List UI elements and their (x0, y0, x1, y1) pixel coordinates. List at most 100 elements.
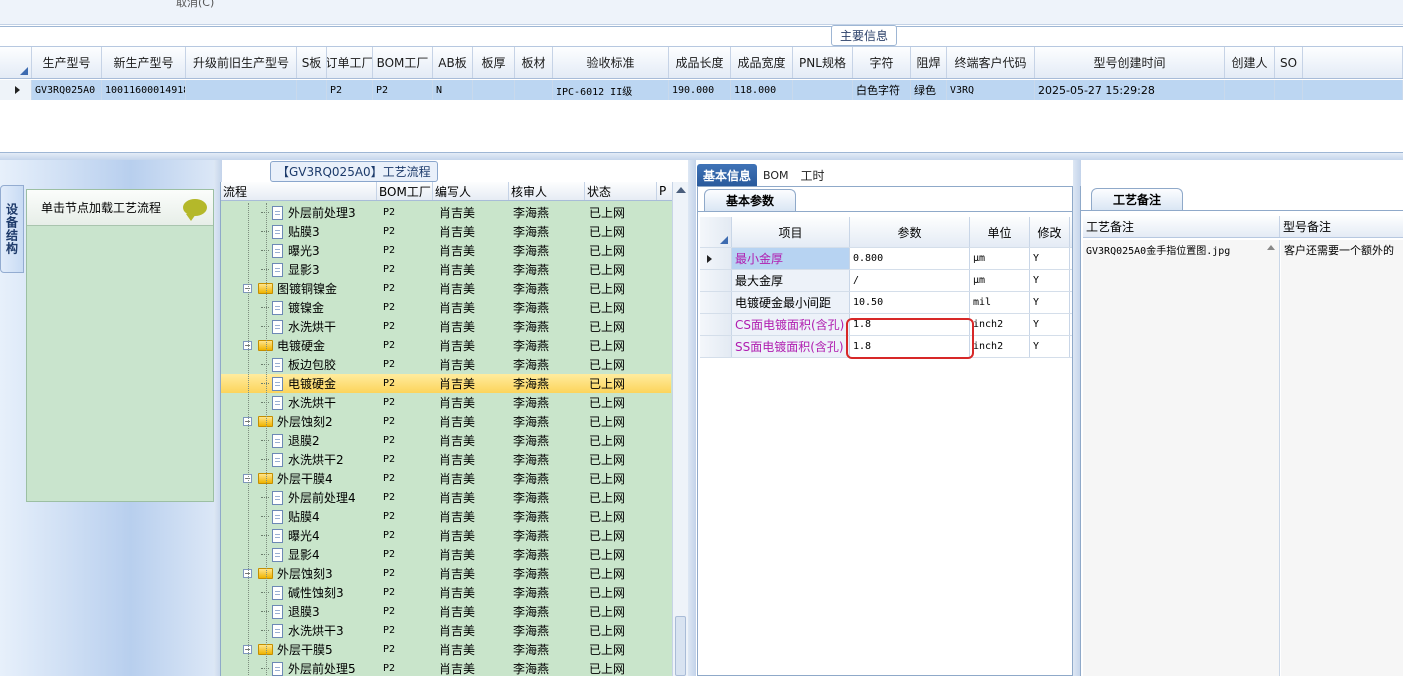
col-header-11[interactable]: 成品宽度 (731, 47, 793, 78)
tree-node[interactable]: − 外层蚀刻2 (243, 412, 333, 431)
process-note-cell[interactable]: GV3RQ025A0金手指位置图.jpg (1083, 240, 1280, 676)
tree-node[interactable]: 退膜3 (261, 602, 320, 621)
param-cell-value[interactable]: 10.50 (850, 292, 970, 313)
tree-row[interactable]: − 外层蚀刻3 P2 肖吉美 李海燕 已上网 (221, 564, 671, 583)
col-unit[interactable]: 单位 (970, 217, 1030, 247)
cell-12[interactable] (793, 80, 853, 100)
cell-16[interactable]: 2025-05-27 15:29:28 (1035, 80, 1225, 100)
cell-7[interactable] (473, 80, 515, 100)
tree-row[interactable]: 水洗烘干3 P2 肖吉美 李海燕 已上网 (221, 621, 671, 640)
cell-9[interactable]: IPC-6012 II级 (553, 80, 669, 100)
speech-bubble-icon[interactable] (183, 199, 207, 221)
row-selector[interactable] (700, 314, 732, 335)
tab-basic-info[interactable]: 基本信息 (697, 164, 758, 186)
tree-row[interactable]: 电镀硬金 P2 肖吉美 李海燕 已上网 (221, 374, 671, 393)
param-cell-unit[interactable]: μm (970, 248, 1030, 269)
row-selector[interactable] (700, 248, 732, 269)
param-cell-item[interactable]: 最小金厚 (732, 248, 850, 269)
col-header-18[interactable]: SO (1275, 47, 1303, 78)
tree-col-3[interactable]: 核审人 (509, 182, 585, 200)
param-cell-modify[interactable]: Y (1030, 336, 1070, 357)
tree-row[interactable]: 贴膜4 P2 肖吉美 李海燕 已上网 (221, 507, 671, 526)
row-selector[interactable] (700, 336, 732, 357)
tree-node[interactable]: 贴膜4 (261, 507, 320, 526)
tree-row[interactable]: − 外层干膜4 P2 肖吉美 李海燕 已上网 (221, 469, 671, 488)
tree-row[interactable]: − 外层干膜5 P2 肖吉美 李海燕 已上网 (221, 640, 671, 659)
cell-5[interactable]: P2 (373, 80, 433, 100)
param-cell-unit[interactable]: mil (970, 292, 1030, 313)
tree-row[interactable]: 碱性蚀刻3 P2 肖吉美 李海燕 已上网 (221, 583, 671, 602)
cell-15[interactable]: V3RQ (947, 80, 1035, 100)
col-header-6[interactable]: AB板 (433, 47, 473, 78)
tree-node[interactable]: 曝光3 (261, 241, 320, 260)
cell-11[interactable]: 118.000 (731, 80, 793, 100)
tree-row[interactable]: − 电镀硬金 P2 肖吉美 李海燕 已上网 (221, 336, 671, 355)
basic-params-tab[interactable]: 基本参数 (704, 189, 796, 211)
col-header-0[interactable]: 生产型号 (32, 47, 102, 78)
middle-vertical-splitter[interactable] (688, 160, 696, 676)
tree-col-4[interactable]: 状态 (585, 182, 657, 200)
tree-node[interactable]: 外层前处理5 (261, 659, 356, 676)
tree-node[interactable]: 水洗烘干2 (261, 450, 344, 469)
tab-bom[interactable]: BOM (757, 164, 795, 186)
tree-row[interactable]: 外层前处理4 P2 肖吉美 李海燕 已上网 (221, 488, 671, 507)
cell-4[interactable]: P2 (327, 80, 373, 100)
model-note-cell[interactable]: 客户还需要一个额外的 (1281, 240, 1403, 676)
cell-3[interactable] (297, 80, 327, 100)
process-tree-scrollbar[interactable] (672, 182, 688, 676)
param-row[interactable]: 最小金厚 0.800 μm Y (700, 248, 1072, 270)
tree-node[interactable]: 退膜2 (261, 431, 320, 450)
col-header-13[interactable]: 字符 (853, 47, 911, 78)
col-header-1[interactable]: 新生产型号 (102, 47, 186, 78)
main-info-row[interactable]: GV3RQ025A0 10011600014918 P2 P2 N IPC-6012 II… (0, 80, 1403, 100)
param-row[interactable]: 电镀硬金最小间距 10.50 mil Y (700, 292, 1072, 314)
cell-8[interactable] (515, 80, 553, 100)
tree-node[interactable]: 碱性蚀刻3 (261, 583, 344, 602)
tree-node[interactable]: − 图镀铜镍金 (243, 279, 337, 298)
col-header-9[interactable]: 验收标准 (553, 47, 669, 78)
param-cell-unit[interactable]: inch2 (970, 336, 1030, 357)
tree-node[interactable]: 电镀硬金 (261, 374, 336, 393)
col-header-12[interactable]: PNL规格 (793, 47, 853, 78)
tree-row[interactable]: 贴膜3 P2 肖吉美 李海燕 已上网 (221, 222, 671, 241)
param-row[interactable]: 最大金厚 / μm Y (700, 270, 1072, 292)
tab-work-hours[interactable]: 工时 (795, 164, 831, 186)
tree-row[interactable]: 曝光3 P2 肖吉美 李海燕 已上网 (221, 241, 671, 260)
tree-col-5[interactable]: P (657, 182, 673, 200)
param-cell-unit[interactable]: μm (970, 270, 1030, 291)
col-item[interactable]: 项目 (732, 217, 850, 247)
tree-node[interactable]: 板边包胶 (261, 355, 336, 374)
cancel-button[interactable]: 取消(C) (176, 0, 214, 10)
param-cell-modify[interactable]: Y (1030, 314, 1070, 335)
tree-node[interactable]: − 外层干膜4 (243, 469, 333, 488)
param-cell-item[interactable]: CS面电镀面积(含孔) (732, 314, 850, 335)
col-modify[interactable]: 修改 (1030, 217, 1070, 247)
cell-6[interactable]: N (433, 80, 473, 100)
tree-node[interactable]: 贴膜3 (261, 222, 320, 241)
tree-node[interactable]: − 电镀硬金 (243, 336, 325, 355)
tree-row[interactable]: 外层前处理3 P2 肖吉美 李海燕 已上网 (221, 203, 671, 222)
col-header-10[interactable]: 成品长度 (669, 47, 731, 78)
process-notes-tab[interactable]: 工艺备注 (1091, 188, 1183, 210)
horizontal-splitter[interactable] (0, 152, 1403, 160)
tree-col-2[interactable]: 编写人 (433, 182, 509, 200)
param-cell-modify[interactable]: Y (1030, 270, 1070, 291)
device-structure-tab[interactable]: 设备结构 (0, 185, 24, 273)
scroll-up-icon[interactable] (676, 187, 686, 193)
col-header-8[interactable]: 板材 (515, 47, 553, 78)
tree-row[interactable]: − 图镀铜镍金 P2 肖吉美 李海燕 已上网 (221, 279, 671, 298)
cell-18[interactable] (1275, 80, 1303, 100)
tree-row[interactable]: 显影3 P2 肖吉美 李海燕 已上网 (221, 260, 671, 279)
tree-node[interactable]: 曝光4 (261, 526, 320, 545)
cell-13[interactable]: 白色字符 (853, 80, 911, 100)
tree-node[interactable]: 水洗烘干3 (261, 621, 344, 640)
cell-10[interactable]: 190.000 (669, 80, 731, 100)
tree-row[interactable]: 板边包胶 P2 肖吉美 李海燕 已上网 (221, 355, 671, 374)
tree-row[interactable]: 曝光4 P2 肖吉美 李海燕 已上网 (221, 526, 671, 545)
tree-node[interactable]: 外层前处理4 (261, 488, 356, 507)
tree-node[interactable]: 显影3 (261, 260, 320, 279)
tree-node[interactable]: 外层前处理3 (261, 203, 356, 222)
col-header-15[interactable]: 终端客户代码 (947, 47, 1035, 78)
param-cell-item[interactable]: SS面电镀面积(含孔) (732, 336, 850, 357)
col-header-4[interactable]: 订单工厂 (327, 47, 373, 78)
